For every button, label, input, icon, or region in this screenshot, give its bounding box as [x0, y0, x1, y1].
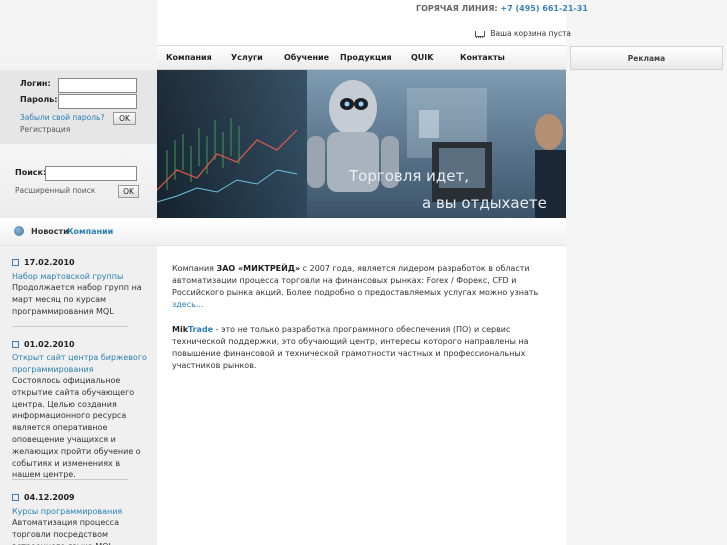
cart-text: Ваша корзина пуста [490, 29, 572, 38]
news-title-link[interactable]: Открыт сайт центра биржевого программиро… [12, 352, 147, 375]
news-date: 17.02.2010 [24, 258, 75, 267]
login-input[interactable] [58, 78, 137, 93]
company-description: Компания ЗАО «МИКТРЕЙД» с 2007 года, явл… [172, 263, 557, 385]
calendar-icon [12, 341, 19, 348]
nav-item-services[interactable]: Услуги [231, 53, 263, 62]
news-date: 01.02.2010 [24, 340, 75, 349]
forgot-password-link[interactable]: Забыли свой пароль? [20, 113, 104, 122]
more-info-link[interactable]: здесь... [172, 300, 203, 309]
login-ok-button[interactable]: OK [113, 112, 136, 125]
news-header-company-link[interactable]: Компании [67, 227, 113, 236]
banner-slogan-line2: а вы отдыхаете [422, 194, 547, 212]
nav-item-training[interactable]: Обучение [284, 53, 329, 62]
calendar-icon [12, 259, 19, 266]
nav-item-quik[interactable]: QUIK [411, 53, 433, 62]
nav-item-company[interactable]: Компания [166, 53, 212, 62]
search-input[interactable] [45, 166, 137, 181]
top-navigation: Компания Услуги Обучение Продукция QUIK … [157, 45, 566, 70]
company-name: ЗАО «МИКТРЕЙД» [216, 264, 301, 273]
news-body: Автоматизация процесса торговли посредст… [12, 518, 119, 545]
ad-box[interactable]: Реклама [570, 46, 723, 70]
login-form: Логин: Пароль: Забыли свой пароль? Регис… [0, 70, 157, 144]
news-body: Состоялось официальное открытие сайта об… [12, 376, 141, 480]
search-ok-button[interactable]: OK [118, 185, 139, 198]
cart-status[interactable]: Ваша корзина пуста [474, 29, 571, 39]
miktrade-paragraph: MikTrade - это не только разработка прог… [172, 324, 557, 372]
search-label: Поиск: [15, 168, 47, 177]
hotline-phone[interactable]: +7 (495) 661-21-31 [500, 4, 587, 13]
register-link[interactable]: Регистрация [20, 125, 70, 134]
brand-trade: Trade [188, 325, 214, 334]
news-header-prefix: Новости [31, 227, 69, 236]
hero-banner: Торговля идет, а вы отдыхаете [157, 70, 566, 218]
nav-item-products[interactable]: Продукция [340, 53, 392, 62]
calendar-icon [12, 494, 19, 501]
brand-mik: Mik [172, 325, 189, 334]
search-form: Поиск: Расширенный поиск OK [0, 144, 157, 218]
intro-text-start: Компания [172, 264, 217, 273]
hotline: ГОРЯЧАЯ ЛИНИЯ: +7 (495) 661-21-31 [416, 4, 588, 13]
intro-paragraph: Компания ЗАО «МИКТРЕЙД» с 2007 года, явл… [172, 263, 557, 311]
password-input[interactable] [58, 94, 137, 109]
hotline-label: ГОРЯЧАЯ ЛИНИЯ: [416, 4, 498, 13]
news-body: Продолжается набор групп на март месяц п… [12, 283, 142, 316]
banner-slogan-line1: Торговля идет, [349, 167, 469, 185]
advanced-search-link[interactable]: Расширенный поиск [15, 186, 95, 195]
miktrade-text: - это не только разработка программного … [172, 325, 529, 370]
globe-icon [14, 226, 24, 236]
cart-icon [474, 30, 486, 39]
news-header: Новости Компании [0, 218, 566, 246]
news-date: 04.12.2009 [24, 493, 75, 502]
news-divider [12, 479, 128, 480]
news-divider [12, 326, 128, 327]
news-title-link[interactable]: Курсы программирования [12, 506, 147, 518]
right-column-background [566, 0, 727, 545]
password-label: Пароль: [20, 95, 58, 104]
news-list: 17.02.2010 Набор мартовской группы Продо… [0, 246, 157, 545]
nav-item-contacts[interactable]: Контакты [460, 53, 505, 62]
login-label: Логин: [20, 79, 51, 88]
news-title-link[interactable]: Набор мартовской группы [12, 271, 147, 283]
